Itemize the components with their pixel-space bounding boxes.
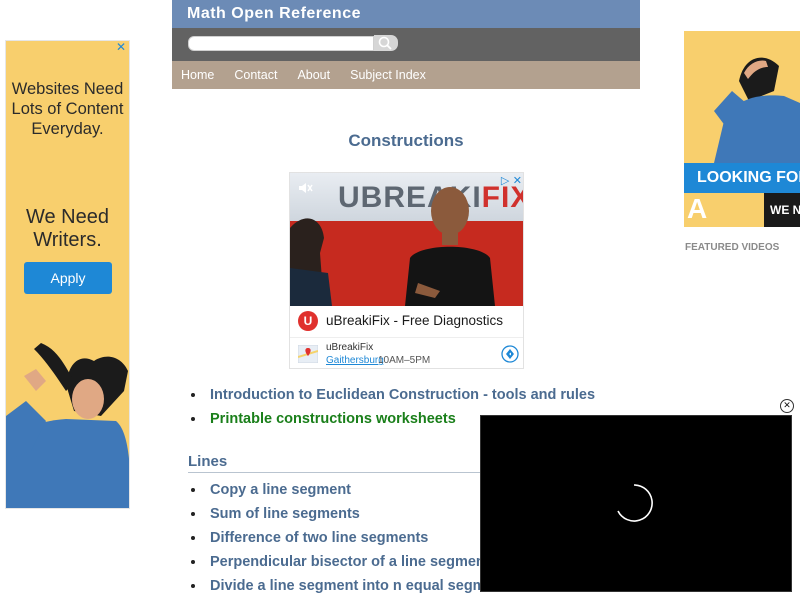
ad-letter-mark: A [687, 193, 708, 224]
search-input[interactable] [188, 36, 374, 51]
site-title[interactable]: Math Open Reference [172, 0, 640, 28]
nav-bar: Home Contact About Subject Index [172, 61, 640, 89]
construction-link[interactable]: Divide a line segment into n equal segme… [210, 578, 515, 594]
ad-choices-icon[interactable]: ▷ ✕ [501, 174, 522, 187]
section-heading-lines: Lines [188, 453, 488, 473]
construction-link[interactable]: Perpendicular bisector of a line segment [210, 554, 490, 570]
map-thumbnail-icon [298, 345, 318, 363]
ad-close-icon[interactable]: ✕ [115, 41, 127, 53]
left-advertisement[interactable]: ✕ Websites Need Lots of Content Everyday… [5, 40, 130, 509]
nav-subject-index-link[interactable]: Subject Index [350, 68, 426, 82]
search-icon [378, 36, 392, 50]
ad-location-row[interactable]: uBreakiFix Gaithersburg 10AM–5PM [290, 337, 523, 368]
nav-contact-link[interactable]: Contact [234, 68, 277, 82]
construction-link[interactable]: Copy a line segment [210, 482, 351, 498]
advertiser-logo-icon: U [298, 311, 318, 331]
player-close-icon[interactable]: ✕ [780, 399, 794, 413]
floating-video-player[interactable] [480, 415, 792, 592]
site-header: Math Open Reference Home Contact About S… [172, 0, 640, 89]
ad-person-photo [6, 343, 129, 508]
page-title: Constructions [348, 131, 464, 150]
ad-video-thumbnail[interactable]: UBREAKIFIX ▷ ✕ [290, 173, 523, 306]
nav-home-link[interactable]: Home [181, 68, 214, 82]
mute-icon[interactable] [297, 180, 313, 196]
search-button[interactable] [374, 35, 398, 51]
ad-headline: Websites Need Lots of Content Everyday. [11, 80, 124, 138]
directions-icon[interactable] [501, 345, 519, 363]
construction-link[interactable]: Sum of line segments [210, 506, 360, 522]
ad-location-city[interactable]: Gaithersburg [326, 355, 384, 366]
ad-headline-text[interactable]: uBreakiFix - Free Diagnostics [326, 313, 503, 328]
list-item: Copy a line segment [188, 478, 515, 502]
ad-advertiser-row[interactable]: U uBreakiFix - Free Diagnostics [290, 308, 523, 336]
construction-link[interactable]: Difference of two line segments [210, 530, 428, 546]
ad-location-hours: 10AM–5PM [378, 355, 431, 366]
search-bar [172, 28, 640, 61]
center-video-ad[interactable]: UBREAKIFIX ▷ ✕ U uBreakiFix - Free Diagn… [289, 172, 524, 369]
right-advertisement[interactable]: LOOKING FOR A WE N [684, 31, 800, 227]
lines-links-list: Copy a line segment Sum of line segments… [188, 478, 515, 598]
ad-video-people [290, 187, 495, 306]
ad-subheadline: We Need Writers. [25, 206, 109, 251]
intro-euclidean-link[interactable]: Introduction to Euclidean Construction -… [210, 387, 595, 403]
ad-sub-banner-text: WE N [764, 193, 800, 227]
list-item: Introduction to Euclidean Construction -… [188, 383, 595, 407]
list-item: Perpendicular bisector of a line segment [188, 550, 515, 574]
nav-about-link[interactable]: About [297, 68, 330, 82]
list-item: Divide a line segment into n equal segme… [188, 574, 515, 598]
loading-spinner-icon [617, 484, 653, 522]
apply-button[interactable]: Apply [24, 262, 112, 294]
worksheets-link[interactable]: Printable constructions worksheets [210, 411, 456, 427]
ad-location-name: uBreakiFix [326, 342, 374, 353]
ad-person-photo [714, 57, 800, 163]
ad-banner-text: LOOKING FOR [684, 163, 800, 193]
list-item: Difference of two line segments [188, 526, 515, 550]
list-item: Sum of line segments [188, 502, 515, 526]
featured-videos-label: FEATURED VIDEOS [685, 242, 780, 253]
